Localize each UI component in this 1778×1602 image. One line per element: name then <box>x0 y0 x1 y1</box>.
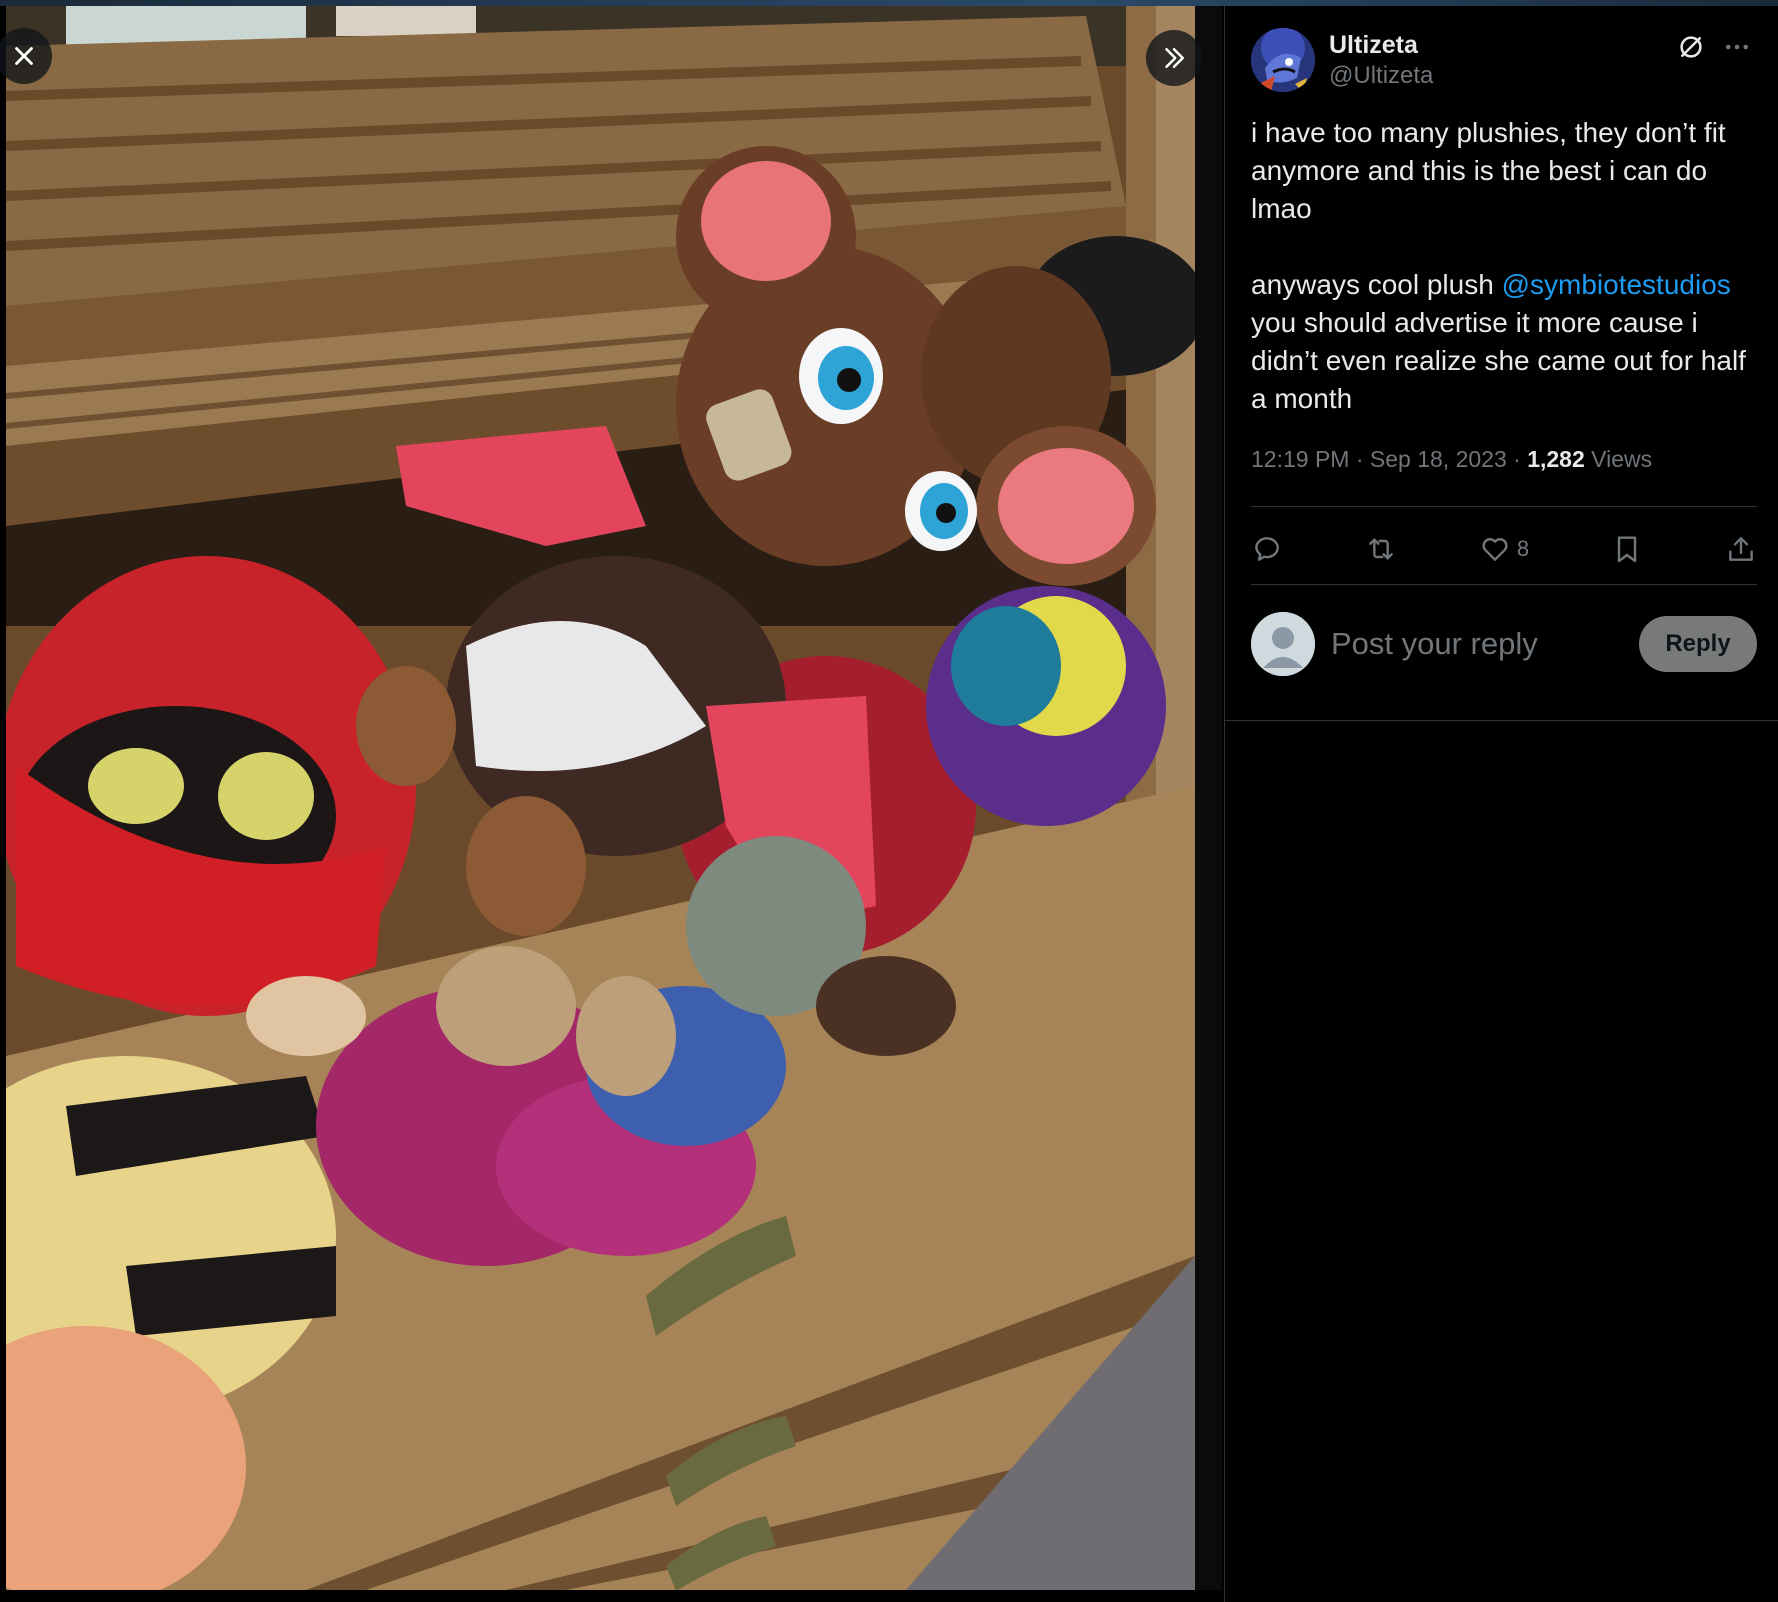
tweet-date[interactable]: Sep 18, 2023 <box>1370 446 1507 472</box>
views-count: 1,282 <box>1527 446 1585 472</box>
user-handle[interactable]: @Ultizeta <box>1329 60 1433 92</box>
reply-action[interactable] <box>1251 533 1283 565</box>
expand-panel-button[interactable] <box>1146 30 1202 86</box>
reply-icon <box>1255 537 1279 561</box>
avatar[interactable] <box>1251 28 1315 92</box>
action-bar: 8 <box>1251 514 1757 584</box>
reply-button[interactable]: Reply <box>1639 616 1757 672</box>
heart-icon <box>1482 538 1508 561</box>
tweet-text-part2: you should advertise it more cause i did… <box>1251 307 1746 414</box>
grok-icon[interactable] <box>1676 32 1706 62</box>
plushies-photo <box>6 6 1195 1590</box>
tweet-detail-panel: Ultizeta @Ultizeta i have too many plush… <box>1224 6 1778 1602</box>
mention-link[interactable]: @symbiotestudios <box>1502 269 1731 300</box>
meta-separator: · <box>1355 446 1370 472</box>
author-row: Ultizeta @Ultizeta <box>1251 24 1758 94</box>
avatar-image <box>1251 28 1315 92</box>
meta-separator: · <box>1513 446 1528 472</box>
share-action[interactable] <box>1725 533 1757 565</box>
repost-action[interactable] <box>1365 533 1397 565</box>
current-user-avatar[interactable] <box>1251 612 1315 676</box>
like-action[interactable]: 8 <box>1479 533 1529 565</box>
media-edge <box>1195 6 1222 1590</box>
repost-icon <box>1369 538 1393 560</box>
like-count: 8 <box>1516 536 1530 561</box>
share-icon <box>1729 537 1753 561</box>
divider <box>1251 506 1757 507</box>
reply-input[interactable] <box>1331 624 1631 664</box>
media-viewer <box>0 6 1222 1602</box>
tweet-photo[interactable] <box>6 6 1195 1590</box>
more-icon[interactable] <box>1722 32 1752 62</box>
divider <box>1225 720 1778 721</box>
author-names: Ultizeta @Ultizeta <box>1329 30 1433 92</box>
bookmark-action[interactable] <box>1611 533 1643 565</box>
bookmark-icon <box>1617 536 1637 563</box>
close-icon <box>15 47 33 65</box>
divider <box>1251 584 1757 585</box>
chevrons-right-icon <box>1165 48 1184 68</box>
display-name[interactable]: Ultizeta <box>1329 30 1433 60</box>
tweet-time[interactable]: 12:19 PM <box>1251 446 1349 472</box>
tweet-meta: 12:19 PM · Sep 18, 2023 · 1,282 Views <box>1251 446 1652 473</box>
reply-composer: Reply <box>1251 604 1757 684</box>
tweet-text: i have too many plushies, they don’t fit… <box>1251 114 1761 418</box>
default-avatar-icon <box>1251 612 1315 676</box>
views-label: Views <box>1591 446 1653 472</box>
